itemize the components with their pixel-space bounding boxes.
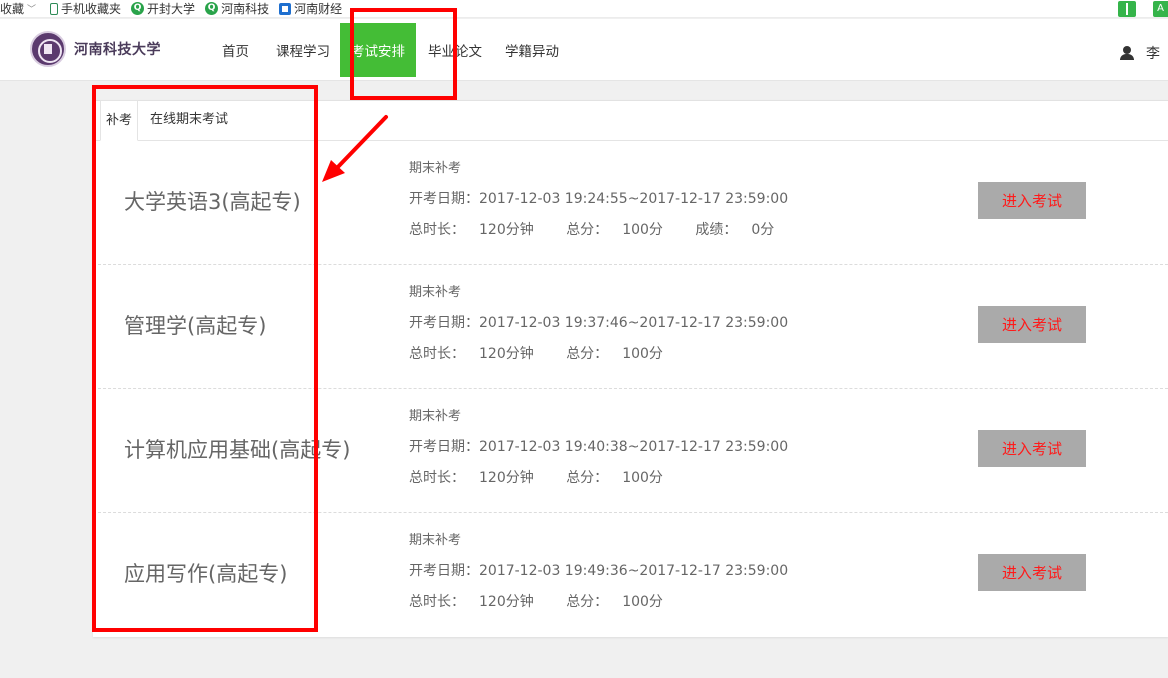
user-menu[interactable]: 李 (1120, 43, 1160, 63)
duration-value: 120分钟 (479, 594, 534, 610)
bookmark-henan-finance[interactable]: 河南财经 (279, 0, 342, 18)
logo-text: 河南科技大学 (74, 42, 161, 58)
total-label: 总分： (566, 594, 609, 610)
university-emblem-icon (30, 31, 66, 67)
duration: 总时长： 120分钟 (409, 470, 548, 486)
exam-title: 应用写作(高起专) (124, 562, 288, 587)
total-value: 100分 (622, 470, 663, 486)
date-value: 2017-12-03 19:24:55~2017-12-17 23:59:00 (479, 191, 789, 207)
enter-exam-button[interactable]: 进入考试 (978, 554, 1086, 591)
bookmark-label: 收藏 (0, 2, 25, 16)
phone-icon (50, 2, 59, 15)
bookmark-mobile-favorites[interactable]: 手机收藏夹 (50, 0, 121, 18)
user-icon (1120, 46, 1134, 60)
extension-icon[interactable]: A (1153, 1, 1168, 17)
total-score: 总分： 100分 (566, 222, 677, 238)
exam-row: 计算机应用基础(高起专) 期末补考 开考日期：2017-12-03 19:40:… (93, 389, 1168, 513)
q-site-icon: Q (131, 2, 145, 15)
duration-label: 总时长： (409, 594, 465, 610)
score-value: 0分 (751, 222, 775, 238)
exam-info: 期末补考 开考日期：2017-12-03 19:40:38~2017-12-17… (409, 409, 788, 488)
caret-down-icon: ﹀ (27, 5, 37, 15)
exam-date: 开考日期：2017-12-03 19:37:46~2017-12-17 23:5… (409, 313, 788, 333)
nav-home[interactable]: 首页 (222, 19, 249, 81)
doc-site-icon (279, 2, 292, 15)
exam-type: 期末补考 (409, 285, 462, 300)
exam-panel: 补考 在线期末考试 大学英语3(高起专) 期末补考 开考日期：2017-12-0… (93, 100, 1168, 637)
bookmarks-bar: 收藏 ﹀ 手机收藏夹 Q 开封大学 Q 河南科技 河南财经 A (0, 0, 1168, 18)
date-label: 开考日期： (409, 439, 479, 455)
duration-value: 120分钟 (479, 346, 534, 362)
nav-course-study[interactable]: 课程学习 (276, 19, 330, 81)
total-value: 100分 (622, 346, 663, 362)
tab-makeup-exam[interactable]: 补考 (100, 100, 139, 141)
date-value: 2017-12-03 19:37:46~2017-12-17 23:59:00 (479, 315, 789, 331)
exam-tabs: 补考 在线期末考试 (93, 100, 1168, 141)
enter-exam-button[interactable]: 进入考试 (978, 306, 1086, 343)
total-score: 总分： 100分 (566, 470, 677, 486)
exam-meta: 总时长： 120分钟 总分： 100分 (409, 592, 788, 612)
total-label: 总分： (566, 222, 609, 238)
duration-label: 总时长： (409, 346, 465, 362)
nav-exam-schedule[interactable]: 考试安排 (340, 23, 416, 77)
duration-value: 120分钟 (479, 470, 534, 486)
reader-icon[interactable] (1118, 1, 1136, 17)
university-logo[interactable]: 河南科技大学 (30, 31, 161, 67)
exam-meta: 总时长： 120分钟 总分： 100分 (409, 468, 788, 488)
date-value: 2017-12-03 19:40:38~2017-12-17 23:59:00 (479, 439, 789, 455)
exam-row: 管理学(高起专) 期末补考 开考日期：2017-12-03 19:37:46~2… (93, 265, 1168, 389)
exam-type: 期末补考 (409, 409, 462, 424)
bookmark-label: 河南财经 (294, 2, 343, 16)
exam-meta: 总时长： 120分钟 总分： 100分 (409, 344, 788, 364)
site-header: 河南科技大学 首页 课程学习 考试安排 毕业论文 学籍异动 李 (0, 19, 1168, 81)
exam-info: 期末补考 开考日期：2017-12-03 19:49:36~2017-12-17… (409, 533, 788, 612)
exam-title: 大学英语3(高起专) (124, 190, 301, 215)
q-site-icon: Q (205, 2, 219, 15)
exam-date: 开考日期：2017-12-03 19:40:38~2017-12-17 23:5… (409, 437, 788, 457)
duration: 总时长： 120分钟 (409, 346, 548, 362)
total-value: 100分 (622, 594, 663, 610)
date-value: 2017-12-03 19:49:36~2017-12-17 23:59:00 (479, 563, 789, 579)
bookmark-favorites[interactable]: 收藏 ﹀ (0, 0, 36, 18)
exam-type: 期末补考 (409, 161, 462, 176)
exam-date: 开考日期：2017-12-03 19:49:36~2017-12-17 23:5… (409, 561, 788, 581)
exam-list: 大学英语3(高起专) 期末补考 开考日期：2017-12-03 19:24:55… (93, 141, 1168, 637)
main-nav: 首页 课程学习 考试安排 毕业论文 学籍异动 (222, 19, 559, 81)
enter-exam-button[interactable]: 进入考试 (978, 430, 1086, 467)
duration-label: 总时长： (409, 222, 465, 238)
total-score: 总分： 100分 (566, 346, 677, 362)
exam-info: 期末补考 开考日期：2017-12-03 19:37:46~2017-12-17… (409, 285, 788, 364)
enter-exam-button[interactable]: 进入考试 (978, 182, 1086, 219)
bookmark-label: 手机收藏夹 (61, 2, 122, 16)
total-label: 总分： (566, 470, 609, 486)
date-label: 开考日期： (409, 191, 479, 207)
exam-info: 期末补考 开考日期：2017-12-03 19:24:55~2017-12-17… (409, 161, 802, 240)
score: 成绩： 0分 (695, 222, 788, 238)
duration-label: 总时长： (409, 470, 465, 486)
exam-row: 应用写作(高起专) 期末补考 开考日期：2017-12-03 19:49:36~… (93, 513, 1168, 637)
score-label: 成绩： (695, 222, 738, 238)
bookmark-label: 开封大学 (147, 2, 196, 16)
total-value: 100分 (622, 222, 663, 238)
duration-value: 120分钟 (479, 222, 534, 238)
bookmark-kaifeng-university[interactable]: Q 开封大学 (131, 0, 195, 18)
tab-online-final-exam[interactable]: 在线期末考试 (138, 100, 240, 140)
date-label: 开考日期： (409, 563, 479, 579)
exam-title: 计算机应用基础(高起专) (124, 438, 351, 463)
duration: 总时长： 120分钟 (409, 222, 548, 238)
exam-type: 期末补考 (409, 533, 462, 548)
total-label: 总分： (566, 346, 609, 362)
bookmark-label: 河南科技 (221, 2, 270, 16)
exam-title: 管理学(高起专) (124, 314, 267, 339)
user-name: 李 (1146, 46, 1160, 62)
total-score: 总分： 100分 (566, 594, 677, 610)
bookmark-henan-tech[interactable]: Q 河南科技 (205, 0, 269, 18)
exam-row: 大学英语3(高起专) 期末补考 开考日期：2017-12-03 19:24:55… (93, 141, 1168, 265)
nav-graduation-thesis[interactable]: 毕业论文 (428, 19, 482, 81)
exam-date: 开考日期：2017-12-03 19:24:55~2017-12-17 23:5… (409, 189, 802, 209)
nav-enrollment-change[interactable]: 学籍异动 (505, 19, 559, 81)
duration: 总时长： 120分钟 (409, 594, 548, 610)
exam-meta: 总时长： 120分钟 总分： 100分 成绩： 0分 (409, 220, 802, 240)
date-label: 开考日期： (409, 315, 479, 331)
